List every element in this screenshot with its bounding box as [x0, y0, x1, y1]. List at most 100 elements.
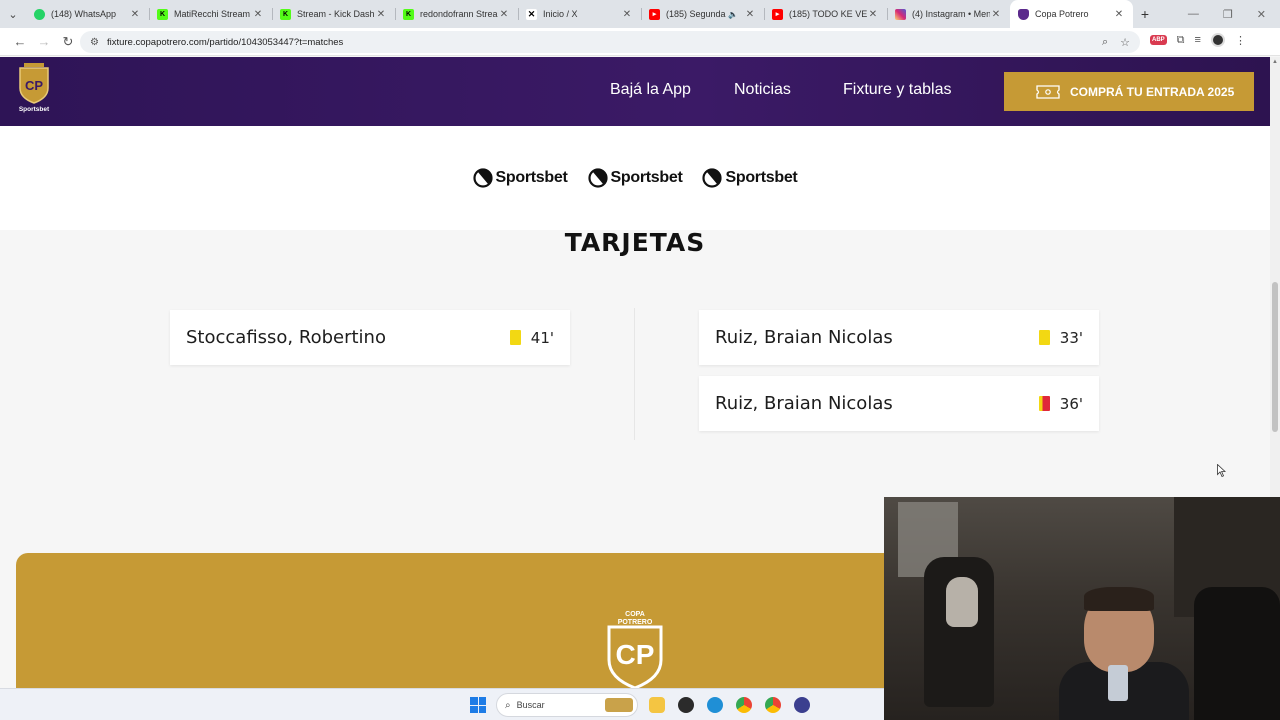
- search-highlight-icon: [605, 698, 633, 712]
- copa-potrero-logo[interactable]: CP Sportsbet: [14, 62, 54, 120]
- sponsor-logo[interactable]: Sportsbet: [587, 168, 683, 188]
- close-icon[interactable]: ✕: [1113, 9, 1125, 20]
- tab-search-icon[interactable]: ⌄: [0, 0, 26, 28]
- browser-tab-active[interactable]: Copa Potrero ✕: [1010, 0, 1133, 28]
- sponsor-name: Sportsbet: [610, 169, 683, 186]
- adblock-extension-icon[interactable]: ABP: [1150, 35, 1167, 45]
- edge-icon[interactable]: [707, 697, 723, 713]
- browser-tab[interactable]: (148) WhatsApp ✕: [26, 0, 149, 28]
- obs-icon[interactable]: [678, 697, 694, 713]
- nav-link-noticias[interactable]: Noticias: [734, 81, 791, 99]
- new-tab-button[interactable]: +: [1133, 6, 1157, 22]
- close-icon[interactable]: ✕: [744, 9, 756, 20]
- section-title: TARJETAS: [564, 228, 706, 257]
- tab-title: (4) Instagram • Mens: [912, 9, 990, 19]
- browser-toolbar: ← → ↻ ⚙ fixture.copapotrero.com/partido/…: [0, 28, 1280, 56]
- sponsor-strip: Sportsbet Sportsbet Sportsbet: [0, 126, 1270, 230]
- webcam-drink-can: [1108, 665, 1128, 701]
- youtube-icon: ▸: [772, 8, 783, 20]
- extensions-icon[interactable]: ⧉: [1177, 34, 1185, 47]
- sponsor-name: Sportsbet: [725, 169, 798, 186]
- teams-divider: [634, 308, 635, 440]
- close-icon[interactable]: ✕: [129, 9, 141, 20]
- reload-icon[interactable]: ↻: [56, 34, 80, 50]
- buy-ticket-label: COMPRÁ TU ENTRADA 2025: [1070, 84, 1235, 99]
- close-icon[interactable]: ✕: [498, 9, 510, 20]
- tab-title: Stream - Kick Dashbo: [297, 9, 375, 19]
- scrollbar-thumb[interactable]: [1272, 282, 1278, 432]
- instagram-icon: [895, 8, 906, 20]
- site-header: CP Sportsbet Bajá la App Noticias Fixtur…: [0, 57, 1270, 126]
- browser-tab[interactable]: ▸ (185) TODO KE VER (✕: [764, 0, 887, 28]
- app-icon[interactable]: [794, 697, 810, 713]
- logo-sponsor-text: Sportsbet: [18, 106, 50, 113]
- minimize-icon[interactable]: —: [1188, 8, 1199, 21]
- yellow-card-icon: [1038, 330, 1050, 345]
- kick-icon: K: [403, 8, 414, 20]
- footer-copa-potrero-logo[interactable]: COPA POTRERO CP: [606, 608, 664, 690]
- tab-title: Copa Potrero: [1035, 9, 1089, 19]
- profile-avatar[interactable]: [1210, 33, 1225, 47]
- browser-tab[interactable]: Kredondofrann Stream ✕: [395, 0, 518, 28]
- close-icon[interactable]: ✕: [375, 9, 387, 20]
- buy-ticket-button[interactable]: COMPRÁ TU ENTRADA 2025: [1004, 72, 1254, 111]
- file-explorer-icon[interactable]: [649, 697, 665, 713]
- sponsor-name: Sportsbet: [495, 169, 568, 186]
- yellow-card-icon: [509, 330, 521, 345]
- browser-tab[interactable]: ▸ (185) Segunda vu🔈 ✕: [641, 0, 764, 28]
- back-icon[interactable]: ←: [8, 34, 32, 49]
- booking-card-away: Ruiz, Braian Nicolas 36': [699, 376, 1099, 431]
- booking-minute: 36': [1059, 394, 1083, 413]
- kick-icon: K: [280, 8, 291, 20]
- windows-taskbar: ⌕ Buscar: [0, 688, 884, 720]
- page-scrollbar[interactable]: ▲: [1270, 57, 1280, 497]
- player-name: Stoccafisso, Robertino: [186, 327, 386, 348]
- footer-logo-text: COPA: [625, 611, 645, 618]
- browser-tab[interactable]: K Stream - Kick Dashbo✕: [272, 0, 395, 28]
- webcam-overlay: [884, 497, 1280, 720]
- search-icon: ⌕: [505, 699, 511, 711]
- menu-kebab-icon[interactable]: ⋮: [1235, 34, 1246, 47]
- browser-tab[interactable]: (4) Instagram • Mens ✕: [887, 0, 1010, 28]
- close-icon[interactable]: ✕: [990, 9, 1002, 20]
- window-controls: — ❐ ✕: [1188, 8, 1280, 21]
- footer-logo-text: POTRERO: [618, 619, 653, 626]
- close-icon[interactable]: ✕: [252, 9, 264, 20]
- booking-minute: 33': [1059, 328, 1083, 347]
- chrome-icon[interactable]: [736, 697, 752, 713]
- chrome-profile-icon[interactable]: [765, 697, 781, 713]
- address-bar[interactable]: ⚙ fixture.copapotrero.com/partido/104305…: [80, 31, 1140, 53]
- sponsor-logo[interactable]: Sportsbet: [472, 168, 568, 188]
- nav-link-fixture[interactable]: Fixture y tablas: [843, 81, 951, 99]
- nav-link-app[interactable]: Bajá la App: [610, 81, 691, 99]
- close-icon[interactable]: ✕: [867, 9, 879, 20]
- site-info-icon[interactable]: ⚙: [90, 37, 99, 48]
- webcam-person-hair: [1084, 587, 1154, 611]
- browser-tab[interactable]: K MatiRecchi Stream - V✕: [149, 0, 272, 28]
- forward-icon[interactable]: →: [32, 34, 56, 49]
- bookmark-star-icon[interactable]: ☆: [1120, 36, 1130, 49]
- scroll-up-icon[interactable]: ▲: [1270, 59, 1280, 65]
- tab-title: MatiRecchi Stream - V: [174, 9, 252, 19]
- maximize-icon[interactable]: ❐: [1223, 8, 1233, 21]
- footer-logo-letters: CP: [616, 639, 655, 670]
- tab-title: (185) Segunda vu: [666, 9, 728, 19]
- tab-title: redondofrann Stream: [420, 9, 498, 19]
- browser-tab[interactable]: ✕ Inicio / X ✕: [518, 0, 641, 28]
- windows-start-icon[interactable]: [470, 697, 486, 713]
- ticket-icon: [1036, 84, 1060, 99]
- webcam-chair: [1194, 587, 1280, 720]
- taskbar-search[interactable]: ⌕ Buscar: [496, 693, 638, 717]
- booking-minute: 41': [530, 328, 554, 347]
- booking-card-away: Ruiz, Braian Nicolas 33': [699, 310, 1099, 365]
- speaker-icon[interactable]: 🔈: [728, 10, 738, 19]
- close-icon[interactable]: ✕: [621, 9, 633, 20]
- webcam-husky-plush: [946, 577, 978, 627]
- zoom-icon[interactable]: ⌕: [1102, 36, 1108, 49]
- close-window-icon[interactable]: ✕: [1257, 8, 1266, 21]
- mouse-cursor-icon: [1217, 464, 1226, 477]
- whatsapp-icon: [34, 8, 45, 20]
- media-controls-icon[interactable]: ≡: [1195, 34, 1201, 46]
- sponsor-logo[interactable]: Sportsbet: [702, 168, 798, 188]
- svg-text:CP: CP: [25, 78, 43, 93]
